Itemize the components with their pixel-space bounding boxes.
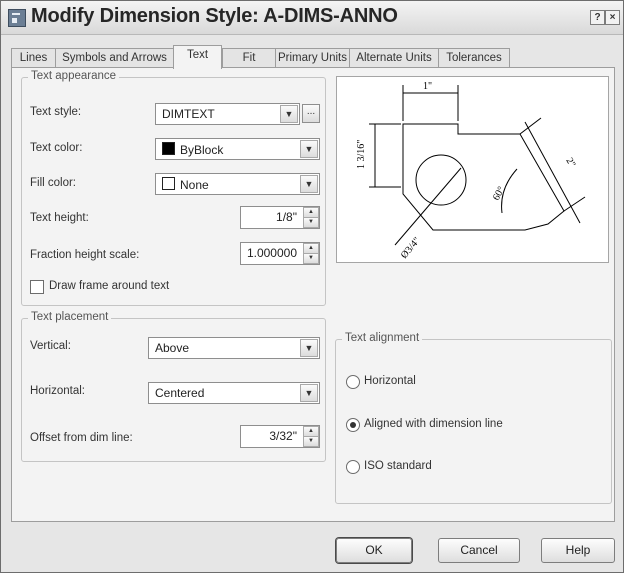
text-color-label: Text color: bbox=[30, 142, 83, 154]
text-placement-label: Text placement bbox=[28, 311, 112, 323]
cancel-button[interactable]: Cancel bbox=[438, 538, 520, 563]
fill-color-select[interactable]: None ▼ bbox=[155, 173, 320, 195]
text-height-spinner[interactable]: 1/8" ▲ ▼ bbox=[240, 206, 320, 229]
text-style-browse-button[interactable]: ... bbox=[302, 104, 320, 123]
offset-from-dim-line-label: Offset from dim line: bbox=[30, 432, 133, 444]
text-style-label: Text style: bbox=[30, 106, 82, 118]
tab-fit[interactable]: Fit bbox=[222, 48, 276, 67]
text-appearance-group: Text appearance Text style: DIMTEXT ▼ ..… bbox=[21, 70, 326, 306]
text-placement-group: Text placement Vertical: Above ▼ Horizon… bbox=[21, 311, 326, 462]
draw-frame-checkbox[interactable] bbox=[30, 280, 44, 294]
dialog-title: Modify Dimension Style: A-DIMS-ANNO bbox=[31, 5, 398, 27]
fraction-height-scale-label: Fraction height scale: bbox=[30, 249, 140, 261]
dialog-app-icon bbox=[8, 9, 26, 27]
color-swatch-icon bbox=[162, 142, 175, 155]
horizontal-value: Centered bbox=[155, 386, 205, 400]
vertical-value: Above bbox=[155, 341, 190, 355]
text-style-value: DIMTEXT bbox=[162, 107, 215, 121]
align-with-dimension-line-radio[interactable] bbox=[346, 418, 360, 432]
fraction-height-scale-spinner[interactable]: 1.000000 ▲ ▼ bbox=[240, 242, 320, 265]
chevron-down-icon[interactable]: ▼ bbox=[300, 140, 318, 158]
vertical-label: Vertical: bbox=[30, 340, 71, 352]
text-color-select[interactable]: ByBlock ▼ bbox=[155, 138, 320, 160]
draw-frame-label: Draw frame around text bbox=[49, 280, 170, 292]
horizontal-placement-select[interactable]: Centered ▼ bbox=[148, 382, 320, 404]
fill-color-value: None bbox=[180, 178, 209, 192]
ok-button[interactable]: OK bbox=[336, 538, 412, 563]
chevron-down-icon[interactable]: ▼ bbox=[300, 384, 318, 402]
vertical-placement-select[interactable]: Above ▼ bbox=[148, 337, 320, 359]
color-swatch-icon bbox=[162, 177, 175, 190]
text-style-select[interactable]: DIMTEXT ▼ bbox=[155, 103, 300, 125]
text-color-value: ByBlock bbox=[180, 143, 224, 157]
close-title-button[interactable]: × bbox=[605, 10, 620, 25]
text-height-label: Text height: bbox=[30, 212, 89, 224]
tab-alternate-units[interactable]: Alternate Units bbox=[349, 48, 439, 67]
text-appearance-label: Text appearance bbox=[28, 70, 120, 82]
horizontal-label: Horizontal: bbox=[30, 385, 85, 397]
spinner-arrows-icon[interactable]: ▲ ▼ bbox=[302, 207, 319, 228]
dimension-preview: 1" 1 3/16" 2" 60° Ø3/4" bbox=[336, 76, 609, 263]
fraction-height-scale-value: 1.000000 bbox=[246, 246, 297, 260]
spinner-arrows-icon[interactable]: ▲ ▼ bbox=[302, 426, 319, 447]
tab-tolerances[interactable]: Tolerances bbox=[438, 48, 510, 67]
tab-symbols-and-arrows[interactable]: Symbols and Arrows bbox=[55, 48, 174, 67]
text-alignment-group: Text alignment Horizontal Aligned with d… bbox=[335, 332, 612, 504]
dialog-window: Modify Dimension Style: A-DIMS-ANNO ? × … bbox=[0, 0, 624, 573]
align-iso-standard-radio[interactable] bbox=[346, 460, 360, 474]
help-button[interactable]: Help bbox=[541, 538, 615, 563]
text-height-value: 1/8" bbox=[276, 210, 297, 224]
fill-color-label: Fill color: bbox=[30, 177, 77, 189]
align-horizontal-radio[interactable] bbox=[346, 375, 360, 389]
tab-lines[interactable]: Lines bbox=[11, 48, 56, 67]
dim-diameter-label: Ø3/4" bbox=[399, 235, 423, 261]
align-with-dimension-line-label: Aligned with dimension line bbox=[364, 418, 503, 430]
offset-value: 3/32" bbox=[269, 429, 297, 443]
spinner-arrows-icon[interactable]: ▲ ▼ bbox=[302, 243, 319, 264]
help-title-button[interactable]: ? bbox=[590, 10, 605, 25]
tab-text[interactable]: Text bbox=[173, 45, 222, 69]
chevron-down-icon[interactable]: ▼ bbox=[280, 105, 298, 123]
dim-top-label: 1" bbox=[423, 81, 432, 92]
chevron-down-icon[interactable]: ▼ bbox=[300, 339, 318, 357]
chevron-down-icon[interactable]: ▼ bbox=[300, 175, 318, 193]
tab-primary-units[interactable]: Primary Units bbox=[275, 48, 350, 67]
align-horizontal-label: Horizontal bbox=[364, 375, 416, 387]
title-bar: Modify Dimension Style: A-DIMS-ANNO ? × bbox=[1, 1, 623, 35]
align-iso-standard-label: ISO standard bbox=[364, 460, 432, 472]
dim-right-label: 2" bbox=[563, 156, 577, 169]
dim-left-label: 1 3/16" bbox=[356, 140, 367, 169]
text-alignment-label: Text alignment bbox=[342, 332, 423, 344]
preview-drawing: 1" 1 3/16" 2" 60° Ø3/4" bbox=[356, 81, 586, 261]
offset-from-dim-line-spinner[interactable]: 3/32" ▲ ▼ bbox=[240, 425, 320, 448]
